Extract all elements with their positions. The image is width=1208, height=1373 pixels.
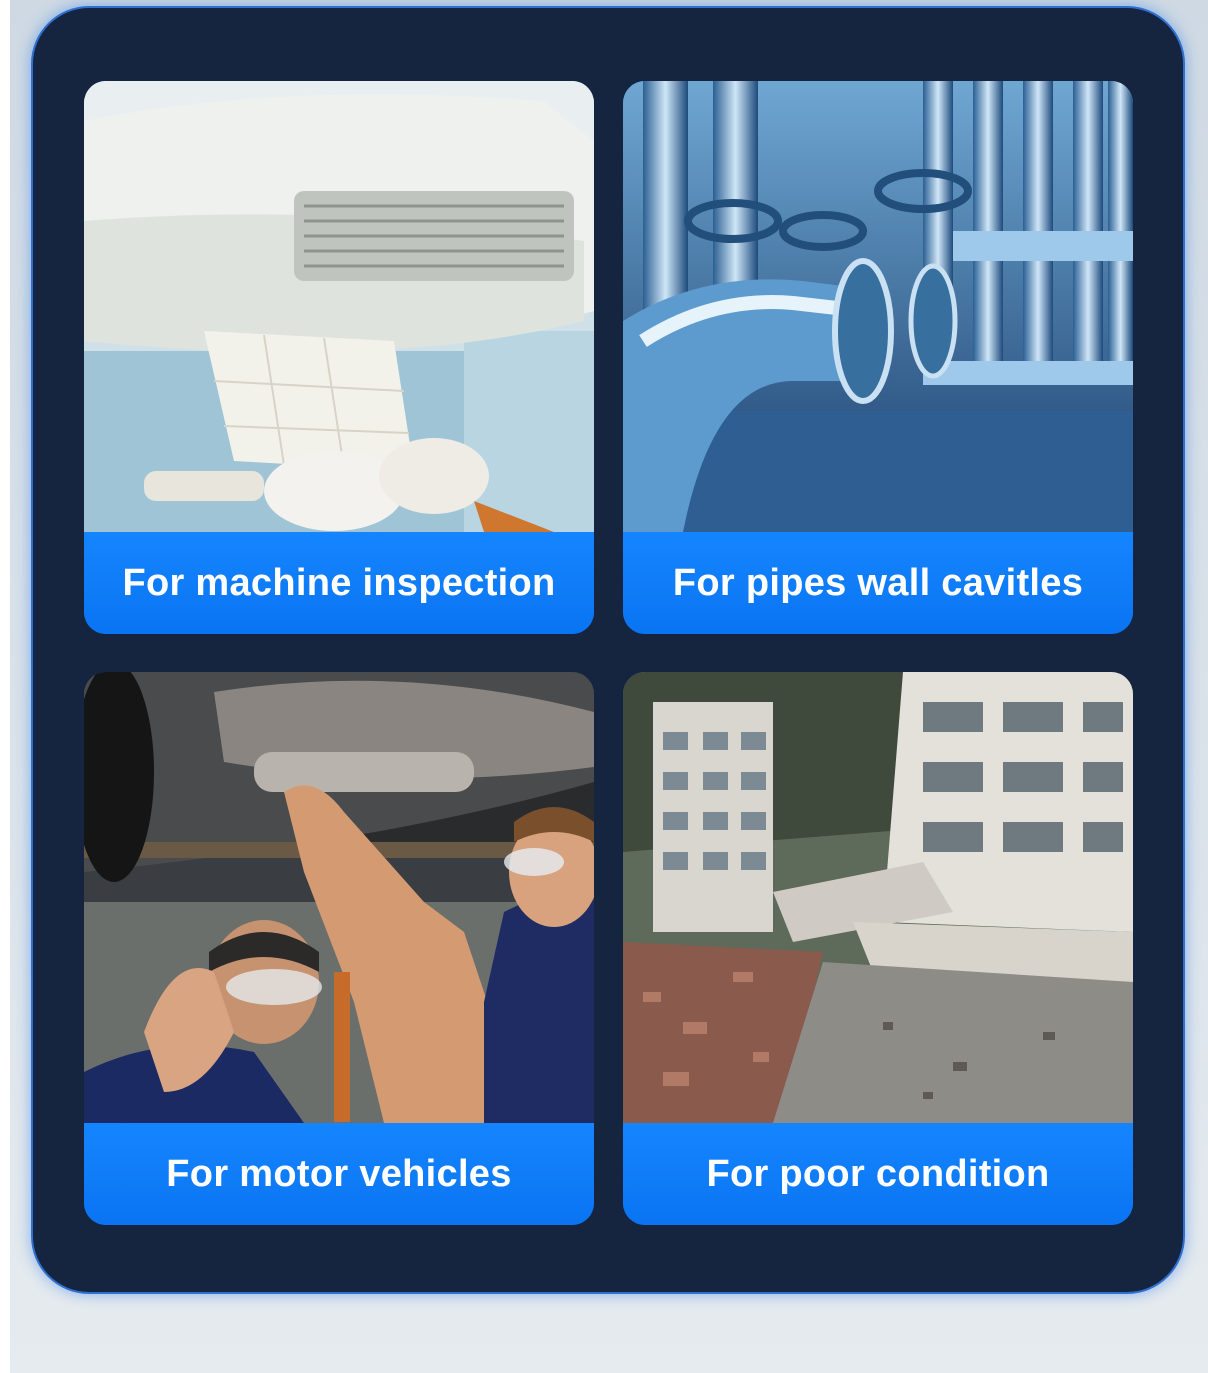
car-mechanics-photo bbox=[84, 672, 594, 1123]
card-poor-condition: For poor condition bbox=[623, 672, 1133, 1225]
air-conditioner-photo bbox=[84, 81, 594, 532]
collapsed-buildings-photo bbox=[623, 672, 1133, 1123]
card-caption: For machine inspection bbox=[84, 532, 594, 634]
card-caption: For pipes wall cavitles bbox=[623, 532, 1133, 634]
card-motor-vehicles: For motor vehicles bbox=[84, 672, 594, 1225]
card-machine-inspection: For machine inspection bbox=[84, 81, 594, 634]
card-pipes-wall-cavities: For pipes wall cavitles bbox=[623, 81, 1133, 634]
industrial-pipes-photo bbox=[623, 81, 1133, 532]
card-caption: For poor condition bbox=[623, 1123, 1133, 1225]
card-caption: For motor vehicles bbox=[84, 1123, 594, 1225]
